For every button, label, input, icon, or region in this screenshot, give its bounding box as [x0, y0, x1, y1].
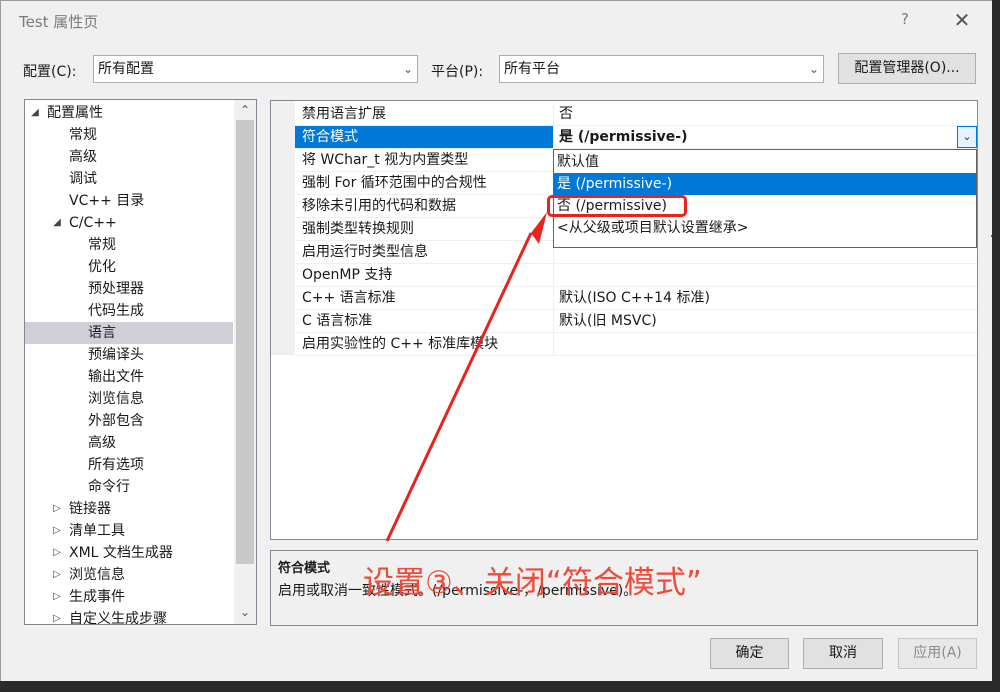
- description-title: 符合模式: [278, 561, 331, 576]
- cancel-button[interactable]: 取消: [803, 638, 883, 669]
- ok-button[interactable]: 确定: [710, 638, 789, 669]
- annotation-text: 设置③、关闭“符合模式”: [363, 565, 702, 601]
- property-pages-dialog: Test 属性页 ? ✕ 配置(C): 所有配置 ⌄ 平台(P): 所有平台 ⌄…: [0, 0, 1000, 692]
- apply-button[interactable]: 应用(A): [898, 638, 977, 669]
